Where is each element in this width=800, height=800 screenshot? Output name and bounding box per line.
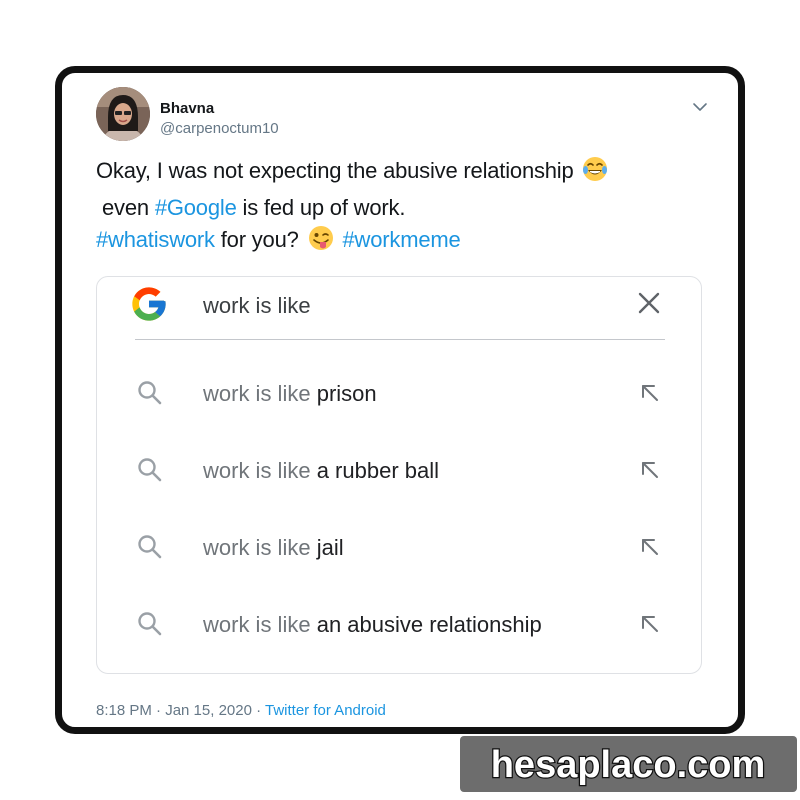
suggestion-prefix: work is like <box>203 612 311 637</box>
search-icon <box>137 380 163 406</box>
footer-separator: · <box>251 702 265 719</box>
tweet-text: Okay, I was not expecting the abusive re… <box>96 155 696 261</box>
user-handle[interactable]: @carpenoctum10 <box>160 120 279 137</box>
tweet-text-line-1: Okay, I was not expecting the abusive re… <box>96 158 574 183</box>
arrow-up-left-icon[interactable] <box>639 613 661 635</box>
search-suggestion[interactable]: work is like jail <box>97 518 701 578</box>
tweet-text-line-3-mid: for you? <box>220 227 299 252</box>
google-g-logo-icon <box>129 284 169 324</box>
search-icon <box>137 457 163 483</box>
hashtag-whatiswork-link[interactable]: #whatiswork <box>96 227 215 252</box>
hashtag-workmeme-link[interactable]: #workmeme <box>343 227 461 252</box>
tweet-card: Bhavna @carpenoctum10 Okay, I was not ex… <box>55 66 745 734</box>
search-icon <box>137 534 163 560</box>
face-with-tears-of-joy-icon <box>581 155 609 192</box>
arrow-up-left-icon[interactable] <box>639 536 661 558</box>
tweet-footer: 8:18 PM · Jan 15, 2020 · Twitter for And… <box>96 702 386 719</box>
search-query-input[interactable]: work is like <box>203 293 311 319</box>
search-icon <box>137 611 163 637</box>
suggestion-text: work is like a rubber ball <box>203 458 439 484</box>
suggestion-suffix: an abusive relationship <box>316 612 542 637</box>
search-divider <box>135 339 665 340</box>
hashtag-google-link[interactable]: #Google <box>155 195 237 220</box>
avatar[interactable] <box>96 87 150 141</box>
suggestion-suffix: a rubber ball <box>316 458 440 483</box>
suggestion-text: work is like prison <box>203 381 377 407</box>
suggestion-prefix: work is like <box>203 458 311 483</box>
watermark-text: hesaplaco.com <box>491 744 766 786</box>
suggestion-text: work is like an abusive relationship <box>203 612 542 638</box>
suggestion-prefix: work is like <box>203 535 311 560</box>
tweet-text-line-2-pre: even <box>102 195 149 220</box>
winking-face-with-tongue-icon <box>307 224 335 261</box>
suggestion-prefix: work is like <box>203 381 311 406</box>
search-suggestion[interactable]: work is like prison <box>97 364 701 424</box>
search-suggestion[interactable]: work is like an abusive relationship <box>97 595 701 655</box>
chevron-down-icon[interactable] <box>692 99 708 115</box>
tweet-text-line-2-post: is fed up of work. <box>242 195 406 220</box>
tweet-timestamp[interactable]: 8:18 PM · Jan 15, 2020 <box>96 702 252 719</box>
suggestion-suffix: prison <box>316 381 377 406</box>
suggestion-text: work is like jail <box>203 535 344 561</box>
search-suggestion[interactable]: work is like a rubber ball <box>97 441 701 501</box>
tweet-source-link[interactable]: Twitter for Android <box>265 702 386 719</box>
watermark: hesaplaco.com <box>460 736 797 792</box>
close-icon[interactable] <box>637 291 661 315</box>
display-name[interactable]: Bhavna <box>160 100 214 117</box>
suggestion-suffix: jail <box>316 535 344 560</box>
arrow-up-left-icon[interactable] <box>639 459 661 481</box>
google-search-card: work is like work is like prison work is… <box>96 276 702 674</box>
arrow-up-left-icon[interactable] <box>639 382 661 404</box>
